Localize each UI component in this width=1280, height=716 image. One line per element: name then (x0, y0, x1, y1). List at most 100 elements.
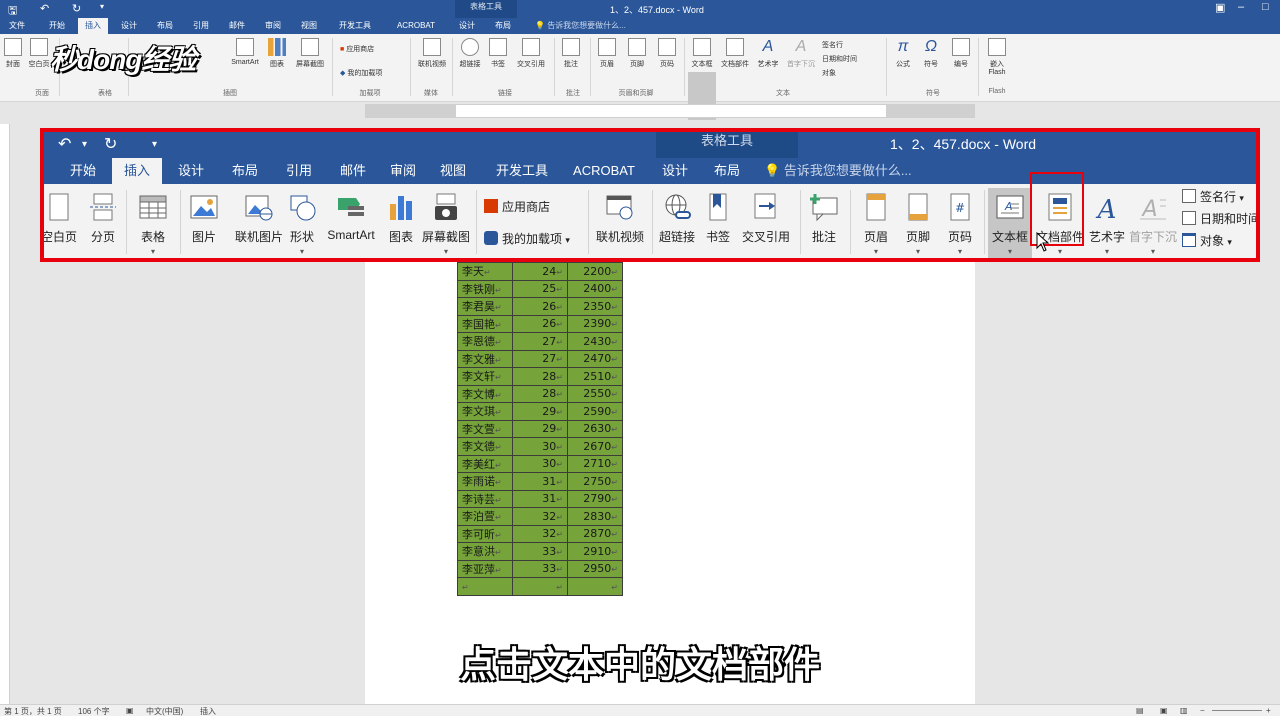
age-cell[interactable]: 27↵ (512, 332, 568, 351)
insert-mode[interactable]: 插入 (200, 706, 216, 716)
proofing-icon[interactable]: ▣ (126, 706, 134, 715)
bookmark-button[interactable]: 书签 (700, 192, 736, 255)
name-cell[interactable]: 李文博↵ (457, 384, 513, 403)
bookmark-button[interactable]: 书签 (488, 38, 508, 69)
table-button[interactable]: 表格 ▾ (132, 192, 174, 256)
header-button[interactable]: 页眉 (596, 38, 618, 69)
age-cell[interactable]: 26↵ (512, 314, 568, 333)
chart-button[interactable]: 图表 (266, 38, 288, 69)
name-cell[interactable]: 李天↵ (457, 262, 513, 281)
salary-cell[interactable]: 2910↵ (567, 542, 623, 561)
datetime-button[interactable]: 日期和时间 (822, 54, 882, 64)
cross-ref-button[interactable]: 交叉引用 (512, 38, 550, 69)
hyperlink-button[interactable]: 超链接 (656, 192, 698, 255)
tab-review[interactable]: 审阅 (380, 158, 426, 184)
restore-icon[interactable]: □ (1262, 1, 1269, 13)
table-row[interactable]: 李雨诺↵ 31↵ 2750↵ (457, 472, 623, 491)
salary-cell[interactable]: 2510↵ (567, 367, 623, 386)
name-cell[interactable]: 李泊萱↵ (457, 507, 513, 526)
table-row[interactable]: 李文德↵ 30↵ 2670↵ (457, 437, 623, 456)
name-cell[interactable]: 李亚萍↵ (457, 559, 513, 578)
table-row[interactable]: 李文琪↵ 29↵ 2590↵ (457, 402, 623, 421)
age-cell[interactable]: 32↵ (512, 507, 568, 526)
salary-cell[interactable]: 2400↵ (567, 279, 623, 298)
salary-cell[interactable]: 2200↵ (567, 262, 623, 281)
comment-button[interactable]: 批注 (560, 38, 582, 69)
table-row[interactable]: 李君昊↵ 26↵ 2350↵ (457, 297, 623, 316)
redo-icon[interactable]: ↻ (72, 2, 81, 15)
signature-line-button[interactable]: 签名行 ▾ (1182, 188, 1244, 205)
page-number-button[interactable]: # 页码 ▾ (940, 192, 980, 256)
tell-me-search[interactable]: 💡 告诉我您想要做什么... (764, 158, 912, 184)
name-cell[interactable]: 李诗芸↵ (457, 489, 513, 508)
tab-view[interactable]: 视图 (294, 18, 324, 34)
tab-layout[interactable]: 布局 (150, 18, 180, 34)
salary-cell[interactable]: 2390↵ (567, 314, 623, 333)
tab-insert[interactable]: 插入 (78, 18, 108, 34)
name-cell[interactable]: 李美红↵ (457, 454, 513, 473)
table-row[interactable]: 李铁刚↵ 25↵ 2400↵ (457, 279, 623, 298)
name-cell[interactable]: 李文轩↵ (457, 367, 513, 386)
tab-file[interactable]: 文件 (2, 18, 32, 34)
tab-acrobat[interactable]: ACROBAT (388, 18, 444, 34)
name-cell[interactable]: 李文琪↵ (457, 402, 513, 421)
tab-mailings[interactable]: 邮件 (222, 18, 252, 34)
shapes-button[interactable]: 形状 ▾ (284, 192, 320, 256)
store-button[interactable]: 应用商店 (484, 198, 550, 215)
name-cell[interactable]: 李君昊↵ (457, 297, 513, 316)
tab-mailings[interactable]: 邮件 (328, 158, 378, 184)
picture-button[interactable]: 图片 (186, 192, 222, 255)
embed-flash-button[interactable]: 嵌入Flash (984, 38, 1010, 76)
tab-design[interactable]: 设计 (166, 158, 216, 184)
salary-cell[interactable]: 2470↵ (567, 349, 623, 368)
signature-button[interactable]: 签名行 (822, 40, 882, 50)
datetime-button[interactable]: 日期和时间 (1182, 210, 1256, 227)
my-addins-button[interactable]: ◆ 我的加载项 (340, 68, 408, 78)
language-status[interactable]: 中文(中国) (146, 706, 183, 716)
age-cell[interactable]: 29↵ (512, 419, 568, 438)
age-cell[interactable]: 32↵ (512, 524, 568, 543)
tab-insert[interactable]: 插入 (112, 158, 162, 184)
age-cell[interactable]: 28↵ (512, 367, 568, 386)
tab-design[interactable]: 设计 (114, 18, 144, 34)
salary-cell[interactable]: 2670↵ (567, 437, 623, 456)
table-row[interactable]: 李恩德↵ 27↵ 2430↵ (457, 332, 623, 351)
redo-icon[interactable]: ↻ (104, 134, 117, 154)
wordart-button[interactable]: A 艺术字 (754, 38, 782, 69)
table-row[interactable]: 李国艳↵ 26↵ 2390↵ (457, 314, 623, 333)
salary-cell[interactable]: 2350↵ (567, 297, 623, 316)
page-number-button[interactable]: 页码 (656, 38, 678, 69)
salary-cell[interactable]: 2790↵ (567, 489, 623, 508)
undo-icon[interactable]: ↶ (40, 2, 49, 15)
name-cell[interactable]: 李铁刚↵ (457, 279, 513, 298)
online-video-button[interactable]: 联机视频 (592, 192, 648, 255)
name-cell[interactable]: 李可昕↵ (457, 524, 513, 543)
comment-button[interactable]: 批注 (804, 192, 844, 255)
name-cell[interactable]: 李文德↵ (457, 437, 513, 456)
textbox-button[interactable]: 文本框 (688, 38, 716, 69)
footer-button[interactable]: 页脚 ▾ (898, 192, 938, 256)
object-button[interactable]: 对象 (822, 68, 882, 78)
age-cell[interactable]: 25↵ (512, 279, 568, 298)
age-cell[interactable]: ↵ (512, 577, 568, 596)
tab-table-layout[interactable]: 布局 (488, 18, 518, 34)
table-row[interactable]: 李天↵ 24↵ 2200↵ (457, 262, 623, 281)
tell-me-search[interactable]: 💡 告诉我您想要做什么... (535, 18, 626, 34)
read-mode-icon[interactable]: ▤ (1136, 706, 1144, 715)
table-row[interactable]: 李诗芸↵ 31↵ 2790↵ (457, 489, 623, 508)
ribbon-display-icon[interactable]: ▣ (1215, 1, 1225, 14)
tab-references[interactable]: 引用 (186, 18, 216, 34)
equation-button[interactable]: π 公式 (892, 38, 914, 69)
name-cell[interactable]: ↵ (457, 577, 513, 596)
salary-cell[interactable]: 2950↵ (567, 559, 623, 578)
age-cell[interactable]: 26↵ (512, 297, 568, 316)
numbering-button[interactable]: 编号 (950, 38, 972, 69)
print-layout-icon[interactable]: ▣ (1160, 706, 1168, 715)
cross-ref-button[interactable]: 交叉引用 (738, 192, 794, 255)
tab-developer[interactable]: 开发工具 (330, 18, 380, 34)
smartart-button[interactable]: SmartArt (322, 192, 380, 252)
tab-home[interactable]: 开始 (40, 18, 74, 34)
tab-table-design[interactable]: 设计 (452, 18, 482, 34)
textbox-button[interactable]: A 文本框 ▾ (988, 192, 1032, 256)
blank-page-button[interactable]: 空白页 (44, 192, 80, 255)
